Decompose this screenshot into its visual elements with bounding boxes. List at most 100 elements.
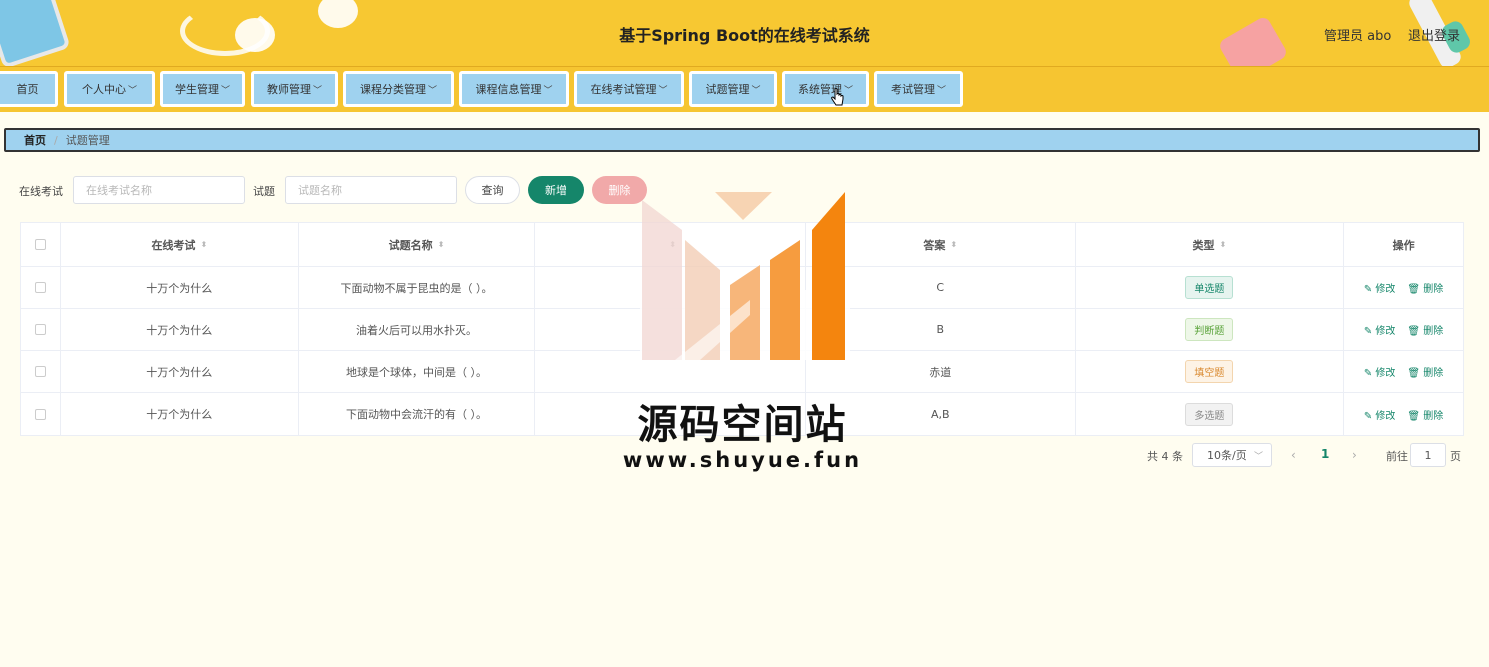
sort-icon[interactable]: ⬍: [1220, 240, 1227, 249]
type-badge: 多选题: [1185, 402, 1234, 426]
edit-button[interactable]: ✎ 修改: [1364, 364, 1396, 379]
chevron-down-icon: ﹀: [543, 85, 553, 96]
logout-link[interactable]: 退出登录: [1408, 25, 1460, 44]
current-user: 管理员 abo: [1324, 29, 1392, 44]
top-header: 基于Spring Boot的在线考试系统 管理员 abo 退出登录: [0, 0, 1489, 66]
type-badge: 填空题: [1185, 360, 1234, 383]
edit-label: 修改: [1375, 284, 1396, 295]
column-label: 在线考试: [151, 238, 196, 252]
question-filter-label: 试题: [253, 185, 275, 198]
nav-system-management[interactable]: 系统管理 ﹀: [782, 71, 869, 107]
cell-type: 单选题: [1076, 267, 1345, 308]
main-nav: 首页 个人中心 ﹀ 学生管理 ﹀ 教师管理 ﹀ 课程分类管理 ﹀ 课程信息管理 ﹀ 在线考…: [0, 66, 1489, 112]
exam-filter-label: 在线考试: [19, 185, 63, 198]
goto-label: 前往: [1386, 450, 1408, 463]
nav-teacher-management[interactable]: 教师管理 ﹀: [251, 71, 338, 107]
column-header-type[interactable]: 类型 ⬍: [1076, 223, 1345, 266]
row-checkbox[interactable]: [34, 366, 46, 377]
row-checkbox[interactable]: [34, 282, 46, 293]
type-badge: 判断题: [1185, 318, 1234, 341]
nav-exam-management[interactable]: 考试管理 ﹀: [874, 71, 963, 107]
add-button[interactable]: 新增: [528, 176, 584, 204]
sort-icon[interactable]: ⬍: [438, 240, 445, 249]
batch-delete-button[interactable]: 删除: [592, 176, 647, 204]
column-header-actions: 操作: [1344, 223, 1463, 266]
breadcrumb-separator: /: [54, 133, 58, 147]
nav-course-category-management[interactable]: 课程分类管理 ﹀: [343, 71, 454, 107]
chevron-down-icon: ﹀: [658, 85, 668, 96]
nav-label: 课程信息管理: [475, 83, 542, 96]
edit-button[interactable]: ✎ 修改: [1364, 280, 1396, 295]
nav-label: 在线考试管理: [590, 83, 657, 96]
edit-label: 修改: [1375, 326, 1396, 337]
watermark-logo-icon: [640, 192, 850, 360]
cell-actions: ✎ 修改 🗑 删除: [1344, 309, 1463, 350]
delete-button[interactable]: 🗑 删除: [1407, 407, 1443, 422]
chevron-down-icon: ﹀: [843, 85, 853, 96]
pagination-total: 共 4 条: [1147, 450, 1183, 463]
prev-page-button[interactable]: ‹: [1291, 448, 1296, 462]
breadcrumb-home[interactable]: 首页: [24, 132, 46, 148]
type-badge: 单选题: [1185, 276, 1234, 299]
nav-personal-center[interactable]: 个人中心 ﹀: [64, 71, 155, 107]
column-header-question[interactable]: 试题名称 ⬍: [299, 223, 536, 266]
row-checkbox-cell: [21, 393, 61, 435]
breadcrumb-current: 试题管理: [65, 134, 110, 147]
cell-actions: ✎ 修改 🗑 删除: [1344, 267, 1463, 308]
chevron-down-icon: ﹀: [312, 85, 322, 96]
cell-type: 多选题: [1076, 393, 1345, 435]
row-checkbox-cell: [21, 267, 61, 308]
delete-button[interactable]: 🗑 删除: [1407, 280, 1443, 295]
delete-label: 删除: [1423, 410, 1444, 422]
sort-icon[interactable]: ⬍: [200, 240, 207, 249]
page-suffix-label: 页: [1450, 450, 1461, 463]
delete-label: 删除: [1423, 284, 1444, 295]
row-checkbox[interactable]: [34, 408, 46, 420]
exam-search-input[interactable]: [73, 176, 245, 204]
nav-label: 个人中心: [81, 83, 126, 96]
breadcrumb: 首页 / 试题管理: [4, 128, 1480, 152]
sort-icon[interactable]: ⬍: [950, 240, 957, 249]
question-search-input[interactable]: [285, 176, 457, 204]
header-checkbox-cell: [21, 223, 61, 266]
column-header-exam[interactable]: 在线考试 ⬍: [61, 223, 299, 266]
nav-course-info-management[interactable]: 课程信息管理 ﹀: [459, 71, 569, 107]
delete-button[interactable]: 🗑 删除: [1407, 322, 1443, 337]
query-button[interactable]: 查询: [465, 176, 520, 204]
nav-label: 教师管理: [266, 83, 311, 96]
goto-page-input[interactable]: 1: [1410, 443, 1446, 467]
cell-question: 油着火后可以用水扑灭。: [299, 309, 536, 350]
page-size-select[interactable]: 10条/页 ﹀: [1192, 443, 1272, 467]
edit-button[interactable]: ✎ 修改: [1364, 322, 1396, 337]
nav-online-exam-management[interactable]: 在线考试管理 ﹀: [574, 71, 684, 107]
nav-label: 考试管理: [890, 83, 935, 96]
cell-actions: ✎ 修改 🗑 删除: [1344, 393, 1463, 435]
row-checkbox[interactable]: [34, 324, 46, 335]
cell-exam: 十万个为什么: [61, 393, 299, 435]
nav-home[interactable]: 首页: [0, 71, 58, 107]
hand-cursor-icon: [831, 88, 844, 106]
delete-button[interactable]: 🗑 删除: [1407, 364, 1443, 379]
watermark-text: 源码空间站: [637, 402, 848, 448]
delete-label: 删除: [1423, 368, 1444, 379]
chevron-down-icon: ﹀: [1253, 451, 1263, 462]
column-label: 操作: [1392, 238, 1415, 252]
current-page-number[interactable]: 1: [1321, 447, 1329, 461]
next-page-button[interactable]: ›: [1352, 448, 1357, 462]
edit-label: 修改: [1375, 410, 1396, 422]
cell-question: 下面动物不属于昆虫的是（ ）。: [299, 267, 536, 308]
chevron-down-icon: ﹀: [427, 85, 437, 96]
select-all-checkbox[interactable]: [34, 239, 46, 250]
nav-student-management[interactable]: 学生管理 ﹀: [160, 71, 245, 107]
cell-type: 判断题: [1076, 309, 1345, 350]
nav-question-management[interactable]: 试题管理 ﹀: [689, 71, 777, 107]
cell-type: 填空题: [1076, 351, 1345, 392]
chevron-down-icon: ﹀: [220, 85, 230, 96]
page-title: 基于Spring Boot的在线考试系统: [619, 26, 870, 45]
delete-label: 删除: [1423, 326, 1444, 337]
row-checkbox-cell: [21, 309, 61, 350]
nav-label: 课程分类管理: [359, 83, 426, 96]
cell-exam: 十万个为什么: [61, 351, 299, 392]
edit-button[interactable]: ✎ 修改: [1364, 407, 1396, 422]
row-checkbox-cell: [21, 351, 61, 392]
